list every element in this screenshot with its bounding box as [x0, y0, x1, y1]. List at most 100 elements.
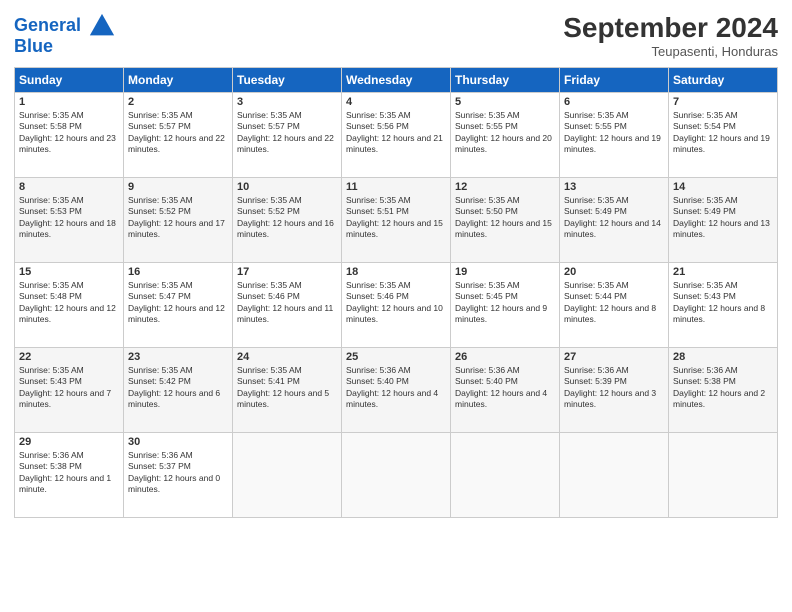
day-number: 1	[19, 96, 119, 108]
col-saturday: Saturday	[669, 68, 778, 93]
day-number: 27	[564, 351, 664, 363]
calendar-cell: 10 Sunrise: 5:35 AMSunset: 5:52 PMDaylig…	[233, 178, 342, 263]
calendar-cell: 2 Sunrise: 5:35 AMSunset: 5:57 PMDayligh…	[124, 93, 233, 178]
day-info: Sunrise: 5:35 AMSunset: 5:50 PMDaylight:…	[455, 195, 555, 241]
day-number: 17	[237, 266, 337, 278]
day-number: 14	[673, 181, 773, 193]
day-info: Sunrise: 5:35 AMSunset: 5:49 PMDaylight:…	[673, 195, 773, 241]
day-info: Sunrise: 5:35 AMSunset: 5:48 PMDaylight:…	[19, 280, 119, 326]
col-friday: Friday	[560, 68, 669, 93]
calendar-cell: 24 Sunrise: 5:35 AMSunset: 5:41 PMDaylig…	[233, 348, 342, 433]
calendar-cell: 18 Sunrise: 5:35 AMSunset: 5:46 PMDaylig…	[342, 263, 451, 348]
day-number: 25	[346, 351, 446, 363]
calendar-week-5: 29 Sunrise: 5:36 AMSunset: 5:38 PMDaylig…	[15, 433, 778, 518]
day-number: 28	[673, 351, 773, 363]
day-info: Sunrise: 5:36 AMSunset: 5:38 PMDaylight:…	[673, 365, 773, 411]
day-number: 19	[455, 266, 555, 278]
calendar-cell: 19 Sunrise: 5:35 AMSunset: 5:45 PMDaylig…	[451, 263, 560, 348]
col-wednesday: Wednesday	[342, 68, 451, 93]
day-info: Sunrise: 5:35 AMSunset: 5:41 PMDaylight:…	[237, 365, 337, 411]
calendar-cell: 29 Sunrise: 5:36 AMSunset: 5:38 PMDaylig…	[15, 433, 124, 518]
day-number: 18	[346, 266, 446, 278]
day-info: Sunrise: 5:35 AMSunset: 5:46 PMDaylight:…	[237, 280, 337, 326]
day-info: Sunrise: 5:36 AMSunset: 5:40 PMDaylight:…	[455, 365, 555, 411]
calendar-cell: 28 Sunrise: 5:36 AMSunset: 5:38 PMDaylig…	[669, 348, 778, 433]
day-number: 26	[455, 351, 555, 363]
calendar-cell: 12 Sunrise: 5:35 AMSunset: 5:50 PMDaylig…	[451, 178, 560, 263]
day-number: 23	[128, 351, 228, 363]
calendar-table: Sunday Monday Tuesday Wednesday Thursday…	[14, 67, 778, 518]
calendar-cell: 30 Sunrise: 5:36 AMSunset: 5:37 PMDaylig…	[124, 433, 233, 518]
day-info: Sunrise: 5:35 AMSunset: 5:42 PMDaylight:…	[128, 365, 228, 411]
col-tuesday: Tuesday	[233, 68, 342, 93]
calendar-cell: 26 Sunrise: 5:36 AMSunset: 5:40 PMDaylig…	[451, 348, 560, 433]
day-number: 29	[19, 436, 119, 448]
day-info: Sunrise: 5:35 AMSunset: 5:43 PMDaylight:…	[19, 365, 119, 411]
calendar-week-4: 22 Sunrise: 5:35 AMSunset: 5:43 PMDaylig…	[15, 348, 778, 433]
day-info: Sunrise: 5:35 AMSunset: 5:43 PMDaylight:…	[673, 280, 773, 326]
day-number: 7	[673, 96, 773, 108]
day-info: Sunrise: 5:35 AMSunset: 5:56 PMDaylight:…	[346, 110, 446, 156]
day-number: 2	[128, 96, 228, 108]
day-info: Sunrise: 5:35 AMSunset: 5:44 PMDaylight:…	[564, 280, 664, 326]
day-info: Sunrise: 5:35 AMSunset: 5:55 PMDaylight:…	[564, 110, 664, 156]
day-info: Sunrise: 5:35 AMSunset: 5:55 PMDaylight:…	[455, 110, 555, 156]
col-sunday: Sunday	[15, 68, 124, 93]
day-number: 21	[673, 266, 773, 278]
calendar-cell: 23 Sunrise: 5:35 AMSunset: 5:42 PMDaylig…	[124, 348, 233, 433]
calendar-header-row: Sunday Monday Tuesday Wednesday Thursday…	[15, 68, 778, 93]
calendar-cell: 9 Sunrise: 5:35 AMSunset: 5:52 PMDayligh…	[124, 178, 233, 263]
day-info: Sunrise: 5:36 AMSunset: 5:38 PMDaylight:…	[19, 450, 119, 496]
calendar-cell: 14 Sunrise: 5:35 AMSunset: 5:49 PMDaylig…	[669, 178, 778, 263]
day-number: 11	[346, 181, 446, 193]
calendar-cell: 16 Sunrise: 5:35 AMSunset: 5:47 PMDaylig…	[124, 263, 233, 348]
day-info: Sunrise: 5:35 AMSunset: 5:52 PMDaylight:…	[237, 195, 337, 241]
day-info: Sunrise: 5:35 AMSunset: 5:57 PMDaylight:…	[237, 110, 337, 156]
calendar-cell: 7 Sunrise: 5:35 AMSunset: 5:54 PMDayligh…	[669, 93, 778, 178]
calendar-cell	[451, 433, 560, 518]
calendar-week-3: 15 Sunrise: 5:35 AMSunset: 5:48 PMDaylig…	[15, 263, 778, 348]
day-number: 6	[564, 96, 664, 108]
day-info: Sunrise: 5:35 AMSunset: 5:45 PMDaylight:…	[455, 280, 555, 326]
calendar-cell: 25 Sunrise: 5:36 AMSunset: 5:40 PMDaylig…	[342, 348, 451, 433]
day-info: Sunrise: 5:35 AMSunset: 5:57 PMDaylight:…	[128, 110, 228, 156]
calendar-week-2: 8 Sunrise: 5:35 AMSunset: 5:53 PMDayligh…	[15, 178, 778, 263]
calendar-cell: 22 Sunrise: 5:35 AMSunset: 5:43 PMDaylig…	[15, 348, 124, 433]
day-info: Sunrise: 5:35 AMSunset: 5:53 PMDaylight:…	[19, 195, 119, 241]
calendar-cell: 15 Sunrise: 5:35 AMSunset: 5:48 PMDaylig…	[15, 263, 124, 348]
calendar-cell: 8 Sunrise: 5:35 AMSunset: 5:53 PMDayligh…	[15, 178, 124, 263]
calendar-cell: 13 Sunrise: 5:35 AMSunset: 5:49 PMDaylig…	[560, 178, 669, 263]
day-info: Sunrise: 5:35 AMSunset: 5:54 PMDaylight:…	[673, 110, 773, 156]
day-number: 3	[237, 96, 337, 108]
col-monday: Monday	[124, 68, 233, 93]
calendar-cell: 1 Sunrise: 5:35 AMSunset: 5:58 PMDayligh…	[15, 93, 124, 178]
logo: General Blue	[14, 12, 116, 57]
calendar-cell	[560, 433, 669, 518]
day-info: Sunrise: 5:36 AMSunset: 5:39 PMDaylight:…	[564, 365, 664, 411]
day-number: 9	[128, 181, 228, 193]
day-number: 20	[564, 266, 664, 278]
day-number: 15	[19, 266, 119, 278]
title-block: September 2024 Teupasenti, Honduras	[563, 12, 778, 59]
day-info: Sunrise: 5:35 AMSunset: 5:51 PMDaylight:…	[346, 195, 446, 241]
page-header: General Blue September 2024 Teupasenti, …	[14, 12, 778, 59]
day-info: Sunrise: 5:36 AMSunset: 5:40 PMDaylight:…	[346, 365, 446, 411]
day-number: 16	[128, 266, 228, 278]
day-number: 8	[19, 181, 119, 193]
day-number: 5	[455, 96, 555, 108]
day-number: 13	[564, 181, 664, 193]
calendar-week-1: 1 Sunrise: 5:35 AMSunset: 5:58 PMDayligh…	[15, 93, 778, 178]
day-number: 4	[346, 96, 446, 108]
calendar-cell: 21 Sunrise: 5:35 AMSunset: 5:43 PMDaylig…	[669, 263, 778, 348]
day-number: 24	[237, 351, 337, 363]
day-info: Sunrise: 5:36 AMSunset: 5:37 PMDaylight:…	[128, 450, 228, 496]
day-info: Sunrise: 5:35 AMSunset: 5:47 PMDaylight:…	[128, 280, 228, 326]
month-title: September 2024	[563, 12, 778, 44]
day-info: Sunrise: 5:35 AMSunset: 5:46 PMDaylight:…	[346, 280, 446, 326]
calendar-cell: 27 Sunrise: 5:36 AMSunset: 5:39 PMDaylig…	[560, 348, 669, 433]
day-number: 12	[455, 181, 555, 193]
calendar-cell	[233, 433, 342, 518]
day-number: 22	[19, 351, 119, 363]
calendar-cell: 4 Sunrise: 5:35 AMSunset: 5:56 PMDayligh…	[342, 93, 451, 178]
calendar-cell: 20 Sunrise: 5:35 AMSunset: 5:44 PMDaylig…	[560, 263, 669, 348]
